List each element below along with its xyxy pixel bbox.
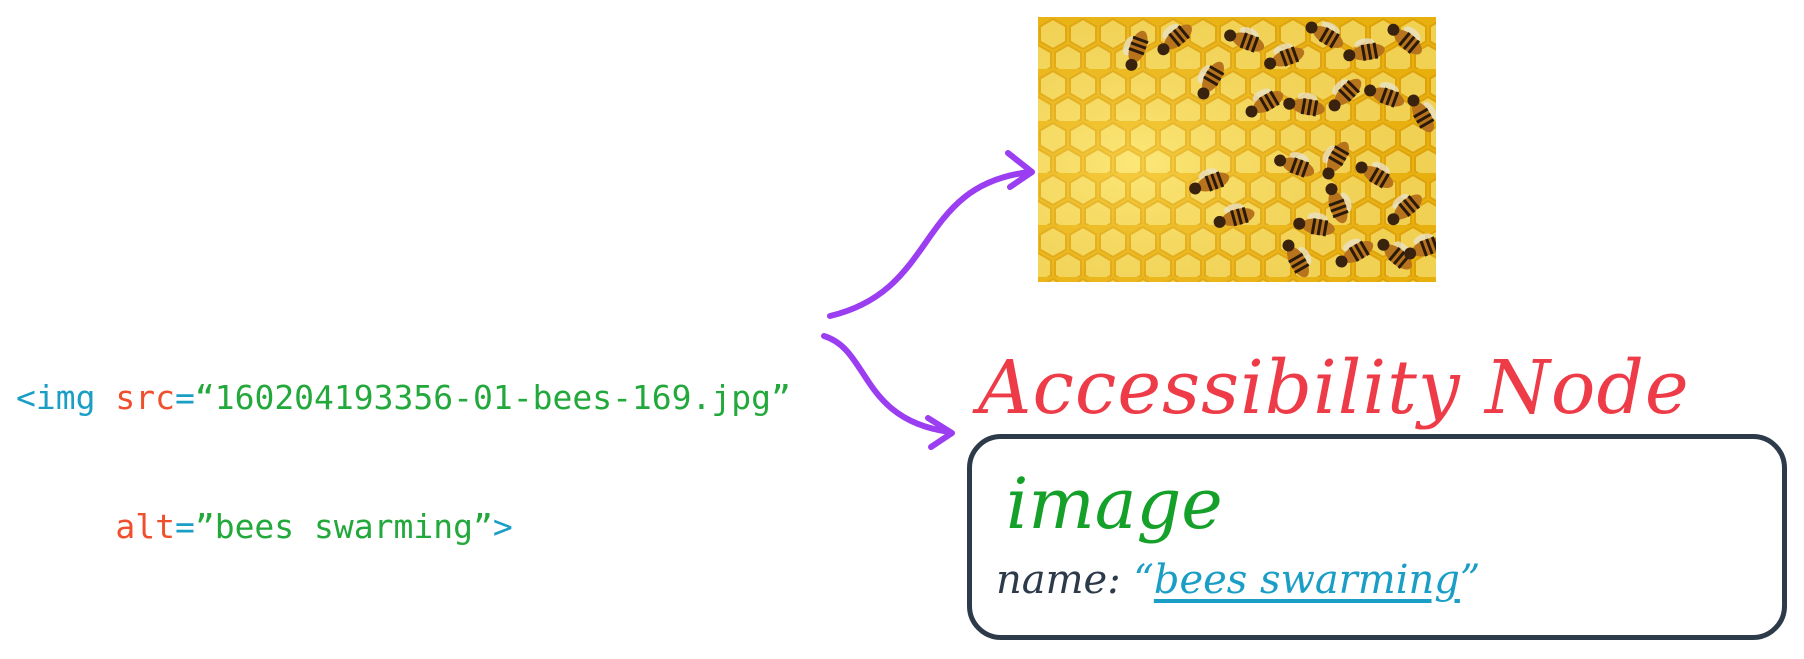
accessibility-node-box: image name: “bees swarming” — [967, 434, 1787, 640]
node-name-label: name: — [996, 557, 1121, 603]
node-name-row: name: “bees swarming” — [996, 555, 1480, 605]
bees-on-honeycomb-icon — [1038, 17, 1436, 282]
bees-photo — [1038, 17, 1436, 282]
accessibility-node-heading: Accessibility Node — [978, 345, 1690, 431]
node-name-value: bees swarming — [1153, 557, 1460, 603]
node-role: image — [1006, 463, 1223, 545]
node-close-quote: ” — [1459, 557, 1481, 603]
arrow-to-photo-head — [1005, 150, 1035, 190]
node-open-quote: “ — [1133, 557, 1154, 603]
arrow-to-photo — [827, 169, 1033, 319]
